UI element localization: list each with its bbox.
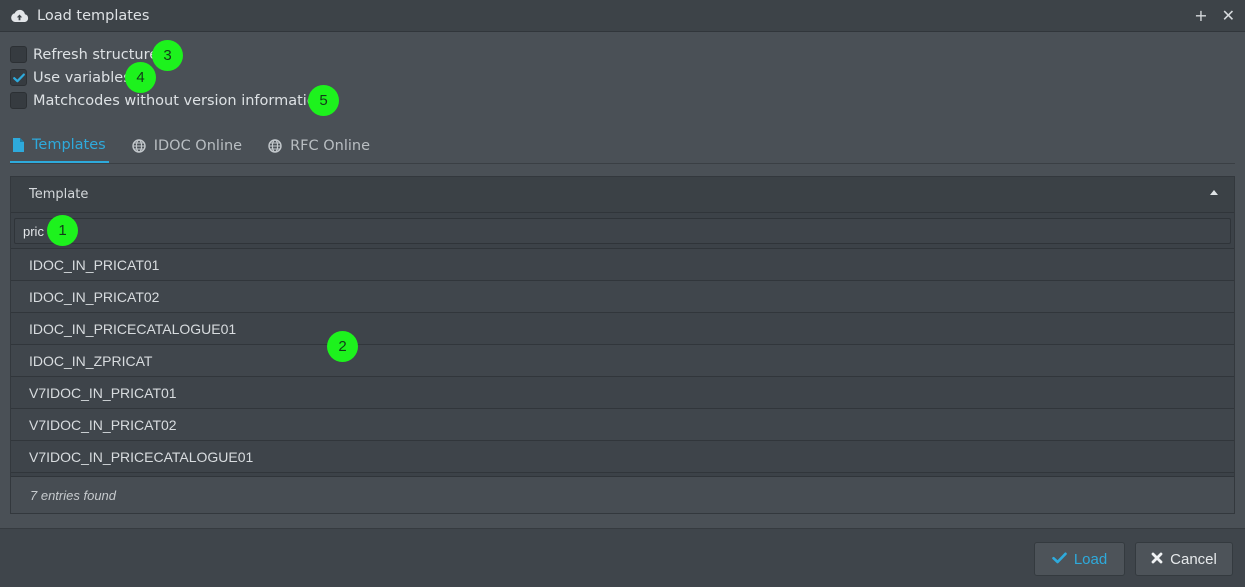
table-row[interactable]: V7IDOC_IN_PRICAT01 [11,377,1234,409]
tab-idoc-online[interactable]: IDOC Online [129,128,245,163]
table-row[interactable]: IDOC_IN_PRICAT02 [11,281,1234,313]
title-bar: Load templates + ✕ [0,0,1245,32]
column-header-label: Template [29,187,89,202]
tab-templates[interactable]: Templates [10,128,109,163]
button-bar: Load Cancel [0,528,1245,587]
refresh-structure-checkbox[interactable] [10,46,27,63]
document-icon [13,137,24,152]
matchcodes-checkbox[interactable] [10,92,27,109]
template-list: IDOC_IN_PRICAT01 IDOC_IN_PRICAT02 IDOC_I… [11,249,1234,477]
tab-rfc-online[interactable]: RFC Online [265,128,373,163]
table-row[interactable]: IDOC_IN_PRICAT01 [11,249,1234,281]
tab-idoc-online-label: IDOC Online [153,137,243,154]
tab-rfc-online-label: RFC Online [290,137,370,154]
close-icon [1151,551,1163,568]
load-button[interactable]: Load [1034,542,1125,576]
template-filter-input[interactable] [14,218,1231,244]
annotation-badge-2: 2 [327,331,358,362]
annotation-badge-3: 3 [152,40,183,71]
tab-bar: Templates IDOC Online RFC Online [10,128,1235,164]
annotation-badge-4: 4 [125,62,156,93]
table-row[interactable]: V7IDOC_IN_PRICAT02 [11,409,1234,441]
cancel-button-label: Cancel [1170,550,1217,568]
templates-grid: Template IDOC_IN_PRICAT01 IDOC_IN_PRICAT… [10,176,1235,514]
matchcodes-label: Matchcodes without version information [33,92,325,109]
cloud-upload-icon [10,8,30,24]
tab-templates-label: Templates [32,136,106,153]
table-row[interactable]: V7IDOC_IN_PRICECATALOGUE01 [11,441,1234,473]
globe-icon [132,138,146,153]
annotation-badge-5: 5 [308,85,339,116]
cancel-button[interactable]: Cancel [1135,542,1233,576]
sort-ascending-icon[interactable] [1210,190,1218,195]
filter-row [11,213,1234,249]
globe-icon [268,138,282,153]
refresh-structure-label: Refresh structure [33,46,159,63]
plus-icon[interactable]: + [1194,8,1207,24]
column-header-template[interactable]: Template [11,177,1234,213]
checkmark-icon [1052,551,1067,568]
option-matchcodes[interactable]: Matchcodes without version information [10,89,325,112]
table-row[interactable]: IDOC_IN_PRICECATALOGUE01 [11,313,1234,345]
load-button-label: Load [1073,550,1108,568]
use-variables-checkbox[interactable] [10,69,27,86]
window-title: Load templates [37,7,150,24]
close-icon[interactable]: ✕ [1222,8,1235,24]
checkmark-icon [12,73,25,82]
table-row[interactable]: IDOC_IN_ZPRICAT [11,345,1234,377]
use-variables-label: Use variables [33,69,131,86]
annotation-badge-1: 1 [47,215,78,246]
entries-found-status: 7 entries found [11,476,1234,513]
